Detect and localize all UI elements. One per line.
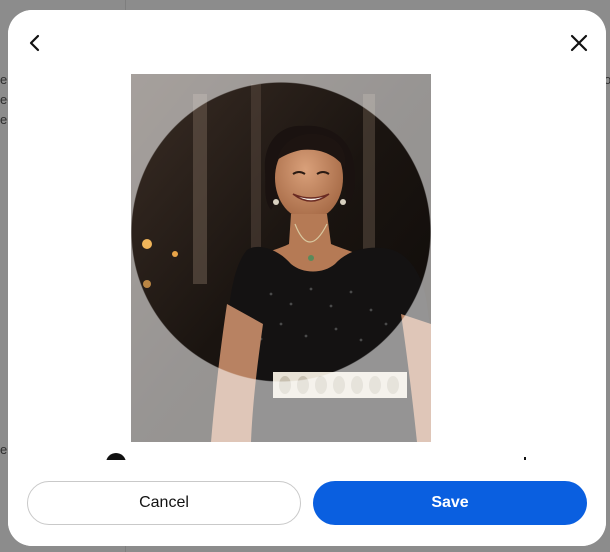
close-icon: [570, 34, 588, 52]
chevron-left-icon: [29, 34, 40, 52]
save-button[interactable]: Save: [313, 481, 587, 525]
crop-area[interactable]: [8, 74, 606, 460]
dialog-header: [8, 10, 606, 74]
background-text: e: [0, 112, 8, 127]
dialog-footer: Cancel Save: [8, 460, 606, 546]
back-button[interactable]: [18, 26, 52, 60]
profile-photo[interactable]: [131, 74, 431, 442]
cancel-button[interactable]: Cancel: [27, 481, 301, 525]
edit-photo-dialog: Cancel Save: [8, 10, 606, 546]
crop-circle[interactable]: [131, 82, 431, 382]
close-button[interactable]: [562, 26, 596, 60]
